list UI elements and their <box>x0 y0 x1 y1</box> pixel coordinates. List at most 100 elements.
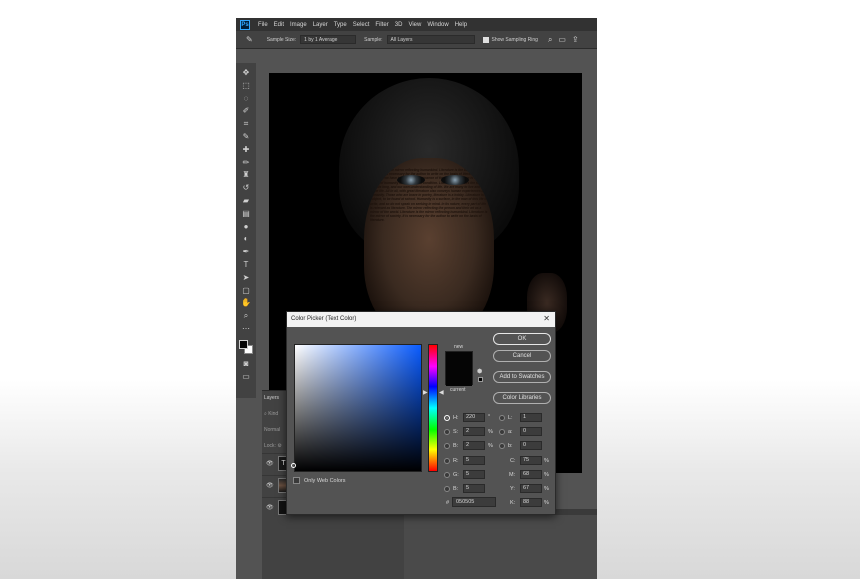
color-picker-dialog: Color Picker (Text Color) ✕ ▶ ◀ new curr… <box>286 311 556 515</box>
hue-input[interactable]: 220 <box>463 413 485 422</box>
path-selection-tool-icon[interactable]: ➤ <box>236 272 256 285</box>
green-radio[interactable] <box>444 472 450 478</box>
menu-help[interactable]: Help <box>455 22 467 28</box>
screen-mode-icon[interactable]: ▭ <box>236 371 256 384</box>
clone-stamp-tool-icon[interactable]: ♜ <box>236 169 256 182</box>
hand-tool-icon[interactable]: ✋ <box>236 297 256 310</box>
quick-mask-icon[interactable]: ◙ <box>236 358 256 371</box>
photoshop-logo-icon: Ps <box>240 19 250 30</box>
lab-b-input[interactable]: 0 <box>520 441 542 450</box>
menu-3d[interactable]: 3D <box>395 22 403 28</box>
color-field-marker[interactable] <box>291 463 296 468</box>
lab-l-label: L: <box>508 415 513 421</box>
shape-tool-icon[interactable]: ▢ <box>236 285 256 298</box>
black-input[interactable]: 88 <box>520 498 542 507</box>
menu-view[interactable]: View <box>408 22 421 28</box>
lab-l-input[interactable]: 1 <box>520 413 542 422</box>
new-color-label: new <box>454 344 464 350</box>
add-to-swatches-button[interactable]: Add to Swatches <box>493 371 551 383</box>
visibility-eye-icon[interactable]: 👁 <box>266 482 278 489</box>
color-libraries-button[interactable]: Color Libraries <box>493 392 551 404</box>
crop-tool-icon[interactable]: ⌗ <box>236 118 256 131</box>
only-web-colors-label: Only Web Colors <box>304 478 346 484</box>
red-radio[interactable] <box>444 458 450 464</box>
magenta-label: M: <box>509 472 516 478</box>
black-unit: % <box>544 500 549 506</box>
only-web-colors-checkbox[interactable] <box>293 477 300 484</box>
menu-select[interactable]: Select <box>353 22 370 28</box>
web-safe-swatch[interactable] <box>478 377 483 382</box>
eyedropper-icon[interactable]: ✎ <box>246 35 253 44</box>
menu-layer[interactable]: Layer <box>313 22 328 28</box>
type-tool-icon[interactable]: T <box>236 259 256 272</box>
visibility-eye-icon[interactable]: 👁 <box>266 460 278 467</box>
current-color-swatch[interactable] <box>446 369 472 386</box>
cancel-button[interactable]: Cancel <box>493 350 551 362</box>
blue-input[interactable]: 5 <box>463 484 485 493</box>
search-icon[interactable]: ⌕ <box>548 35 552 45</box>
close-icon[interactable]: ✕ <box>543 314 550 323</box>
hue-slider[interactable] <box>428 344 438 472</box>
menu-image[interactable]: Image <box>290 22 307 28</box>
saturation-radio[interactable] <box>444 429 450 435</box>
text-layer-content: Literature is the mirror reflecting huma… <box>370 168 488 223</box>
red-input[interactable]: 5 <box>463 456 485 465</box>
eyedropper-tool-icon[interactable]: ✎ <box>236 131 256 144</box>
workspace-icon[interactable]: ▭ <box>558 35 566 44</box>
zoom-tool-icon[interactable]: ⌕ <box>236 310 256 323</box>
brush-tool-icon[interactable]: ✏ <box>236 157 256 170</box>
yellow-input[interactable]: 67 <box>520 484 542 493</box>
saturation-input[interactable]: 2 <box>463 427 485 436</box>
blue-radio[interactable] <box>444 486 450 492</box>
out-of-gamut-cube-icon[interactable]: ⬢ <box>477 368 482 375</box>
pen-tool-icon[interactable]: ✒ <box>236 246 256 259</box>
cyan-unit: % <box>544 458 549 464</box>
hue-slider-arrow-icon[interactable]: ◀ <box>439 389 444 396</box>
menu-edit[interactable]: Edit <box>274 22 284 28</box>
tools-panel: ✥ ⬚ ◌ ✐ ⌗ ✎ ✚ ✏ ♜ ↺ ▰ ▤ ● ◐ ✒ T ➤ ▢ ✋ ⌕ … <box>236 63 256 398</box>
sample-select[interactable]: All Layers <box>386 35 475 44</box>
gradient-tool-icon[interactable]: ▤ <box>236 208 256 221</box>
lab-l-radio[interactable] <box>499 415 505 421</box>
hex-input[interactable]: 050505 <box>452 497 496 507</box>
menu-bar: Ps File Edit Image Layer Type Select Fil… <box>236 18 597 31</box>
yellow-label: Y: <box>510 486 515 492</box>
brightness-input[interactable]: 2 <box>463 441 485 450</box>
ok-button[interactable]: OK <box>493 333 551 345</box>
dialog-title: Color Picker (Text Color) <box>291 316 357 322</box>
color-preview <box>445 351 473 386</box>
layers-tab[interactable]: Layers <box>264 395 279 401</box>
blur-tool-icon[interactable]: ● <box>236 221 256 234</box>
more-tools-icon[interactable]: ⋯ <box>236 323 256 336</box>
cyan-input[interactable]: 75 <box>520 456 542 465</box>
lab-a-input[interactable]: 0 <box>520 427 542 436</box>
quick-select-tool-icon[interactable]: ✐ <box>236 105 256 118</box>
hue-radio[interactable] <box>444 415 450 421</box>
menu-type[interactable]: Type <box>334 22 347 28</box>
menu-file[interactable]: File <box>258 22 268 28</box>
brightness-radio[interactable] <box>444 443 450 449</box>
color-field[interactable] <box>294 344 422 472</box>
new-color-swatch <box>446 352 472 369</box>
eraser-tool-icon[interactable]: ▰ <box>236 195 256 208</box>
healing-brush-tool-icon[interactable]: ✚ <box>236 144 256 157</box>
sample-size-select[interactable]: 1 by 1 Average <box>300 35 357 44</box>
foreground-color-swatch[interactable] <box>239 339 248 349</box>
color-swatches[interactable] <box>239 339 253 354</box>
share-icon[interactable]: ⇪ <box>572 35 579 44</box>
magenta-input[interactable]: 68 <box>520 470 542 479</box>
visibility-eye-icon[interactable]: 👁 <box>266 504 278 511</box>
hue-slider-arrow-icon[interactable]: ▶ <box>423 389 428 396</box>
history-brush-tool-icon[interactable]: ↺ <box>236 182 256 195</box>
lab-b-radio[interactable] <box>499 443 505 449</box>
workspace-gray-area <box>404 515 597 579</box>
menu-filter[interactable]: Filter <box>375 22 388 28</box>
move-tool-icon[interactable]: ✥ <box>236 67 256 80</box>
marquee-tool-icon[interactable]: ⬚ <box>236 80 256 93</box>
dodge-tool-icon[interactable]: ◐ <box>236 233 256 246</box>
green-input[interactable]: 5 <box>463 470 485 479</box>
show-sampling-ring-checkbox[interactable] <box>482 36 489 43</box>
lasso-tool-icon[interactable]: ◌ <box>236 93 256 106</box>
lab-a-radio[interactable] <box>499 429 505 435</box>
menu-window[interactable]: Window <box>427 22 448 28</box>
